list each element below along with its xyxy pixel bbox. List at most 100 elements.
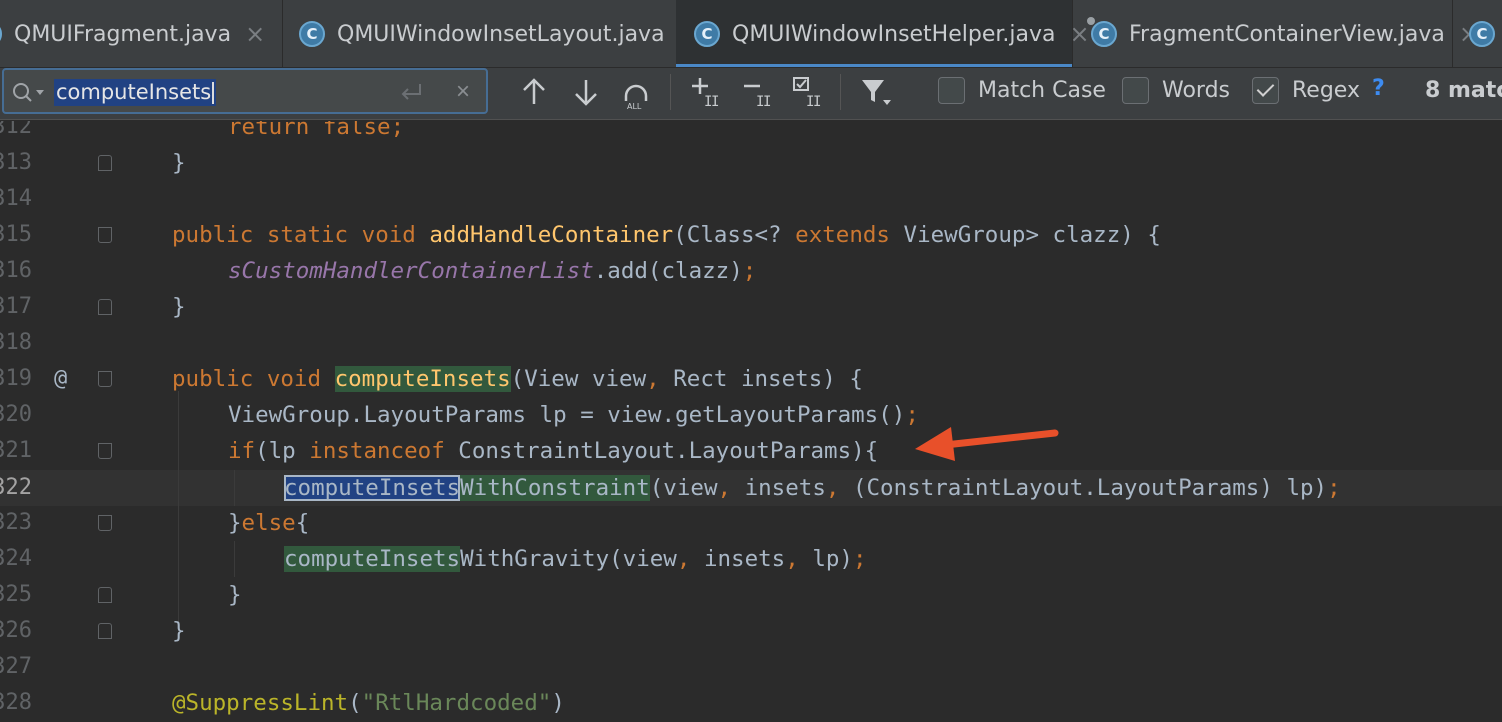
code-line: 313 }	[0, 145, 1502, 181]
select-all-occurrences-button[interactable]: I I	[788, 72, 828, 112]
tab-fragmentcontainerview[interactable]: C FragmentContainerView.java ×	[1072, 0, 1479, 67]
fold-start-icon[interactable]	[98, 227, 112, 243]
fold-end-icon[interactable]	[98, 587, 112, 603]
words-label[interactable]: Words	[1162, 77, 1230, 105]
line-number: 320	[0, 402, 32, 427]
code-line: 317 }	[0, 289, 1502, 325]
new-line-icon[interactable]	[396, 78, 426, 106]
code-line: 326 }	[0, 613, 1502, 649]
regex-help-icon[interactable]: ?	[1372, 76, 1385, 101]
annotation-arrow-icon	[915, 427, 1059, 461]
svg-text:I: I	[711, 94, 719, 110]
line-number: 319	[0, 366, 32, 391]
code-line: 320 ViewGroup.LayoutParams lp = view.get…	[0, 397, 1502, 433]
tab-label: QMUIFragment.java	[14, 21, 232, 47]
code-text: ViewGroup.LayoutParams lp = view.getLayo…	[228, 402, 919, 428]
clear-icon[interactable]: ×	[456, 78, 470, 106]
arrow-down-icon	[575, 80, 597, 106]
previous-occurrence-button[interactable]	[514, 72, 554, 112]
code-text: }	[172, 294, 186, 320]
line-number: 325	[0, 582, 32, 607]
tab-qmuiwindowinsethelper[interactable]: C QMUIWindowInsetHelper.java ×	[676, 0, 1090, 67]
code-text: computeInsetsWithConstraint(view, insets…	[284, 475, 1341, 501]
overrides-marker-icon[interactable]: @	[54, 361, 67, 397]
code-text: if(lp instanceof ConstraintLayout.Layout…	[228, 438, 879, 464]
line-number: 316	[0, 258, 32, 283]
line-number: 314	[0, 186, 32, 211]
find-toolbar: computeInsets × ALL I I I I I I Match Ca…	[0, 68, 1502, 120]
code-line: 312 return false;	[0, 121, 1502, 145]
add-occurrence-button[interactable]: I I	[686, 72, 726, 112]
code-text: }	[172, 150, 186, 176]
close-icon[interactable]: ×	[245, 20, 265, 48]
svg-text:ALL: ALL	[627, 102, 642, 110]
code-line: 323 }else{	[0, 505, 1502, 541]
tab-qmuiwindowinsetlayout[interactable]: C QMUIWindowInsetLayout.java ×	[282, 0, 699, 67]
tab-label: QMUIWindowInsetLayout.java	[337, 21, 665, 47]
next-occurrence-button[interactable]	[566, 72, 606, 112]
fold-end-icon[interactable]	[98, 155, 112, 171]
method-call-highlight: WithConstraint	[460, 475, 650, 501]
svg-text:I: I	[763, 94, 771, 110]
match-case-label[interactable]: Match Case	[978, 77, 1106, 105]
code-editor[interactable]: 312 return false; 313 } 314 315 public s…	[0, 121, 1502, 722]
fold-end-icon[interactable]	[98, 623, 112, 639]
code-text: }	[172, 618, 186, 644]
search-input[interactable]: computeInsets	[54, 79, 217, 106]
fold-start-icon[interactable]	[98, 443, 112, 459]
line-number: 323	[0, 510, 32, 535]
code-line: 325 }	[0, 577, 1502, 613]
find-all-icon: ALL	[624, 84, 648, 110]
line-number: 313	[0, 150, 32, 175]
regex-label[interactable]: Regex	[1292, 77, 1360, 105]
match-count: 8 match	[1425, 78, 1502, 103]
line-number: 326	[0, 618, 32, 643]
line-number: 315	[0, 222, 32, 247]
tab-qmuifragment[interactable]: C QMUIFragment.java ×	[0, 0, 276, 67]
code-text: @SuppressLint("RtlHardcoded")	[172, 690, 565, 716]
toolbar-separator	[840, 74, 841, 110]
line-number: 327	[0, 654, 32, 679]
line-number: 324	[0, 546, 32, 571]
tab-overflow[interactable]: C	[1452, 0, 1502, 67]
code-text: computeInsetsWithGravity(view, insets, l…	[284, 546, 867, 572]
tab-label: QMUIWindowInsetHelper.java	[732, 21, 1056, 47]
code-line: 328 @SuppressLint("RtlHardcoded")	[0, 685, 1502, 721]
code-text: return false;	[228, 121, 405, 140]
regex-checkbox[interactable]	[1252, 77, 1279, 104]
svg-text:I: I	[813, 94, 821, 110]
filter-button[interactable]	[856, 72, 896, 112]
search-field[interactable]: computeInsets ×	[2, 68, 488, 114]
words-checkbox[interactable]	[1122, 77, 1149, 104]
java-class-icon: C	[1469, 21, 1495, 47]
code-text: public static void addHandleContainer(Cl…	[172, 222, 1161, 248]
search-match: computeInsets	[334, 366, 511, 392]
find-all-button[interactable]: ALL	[616, 72, 656, 112]
fold-start-icon[interactable]	[98, 515, 112, 531]
line-number: 322	[0, 475, 32, 500]
fold-start-icon[interactable]	[98, 371, 112, 387]
code-line: 316 sCustomHandlerContainerList.add(claz…	[0, 253, 1502, 289]
code-line: 318	[0, 325, 1502, 361]
search-history-icon[interactable]	[10, 80, 46, 104]
code-line: 321 if(lp instanceof ConstraintLayout.La…	[0, 433, 1502, 469]
selected-search-match: computeInsets	[284, 475, 461, 501]
editor-tab-bar: C QMUIFragment.java × C QMUIWindowInsetL…	[0, 0, 1502, 68]
match-case-checkbox[interactable]	[938, 77, 965, 104]
code-text: }	[228, 582, 242, 608]
fold-end-icon[interactable]	[98, 299, 112, 315]
remove-occurrence-button[interactable]: I I	[738, 72, 778, 112]
code-line: 315 public static void addHandleContaine…	[0, 217, 1502, 253]
line-number: 312	[0, 121, 32, 139]
line-number: 317	[0, 294, 32, 319]
toolbar-separator	[670, 74, 671, 110]
code-line: 319 @ public void computeInsets(View vie…	[0, 361, 1502, 397]
tab-label: FragmentContainerView.java	[1129, 21, 1445, 47]
line-number: 328	[0, 690, 32, 715]
remove-selection-icon: I I	[744, 84, 771, 110]
java-class-icon: C	[694, 21, 720, 47]
code-line-current: 322 computeInsetsWithConstraint(view, in…	[0, 470, 1502, 506]
code-line: 314	[0, 181, 1502, 217]
code-text: }else{	[228, 510, 310, 536]
select-all-icon: I I	[793, 77, 821, 110]
